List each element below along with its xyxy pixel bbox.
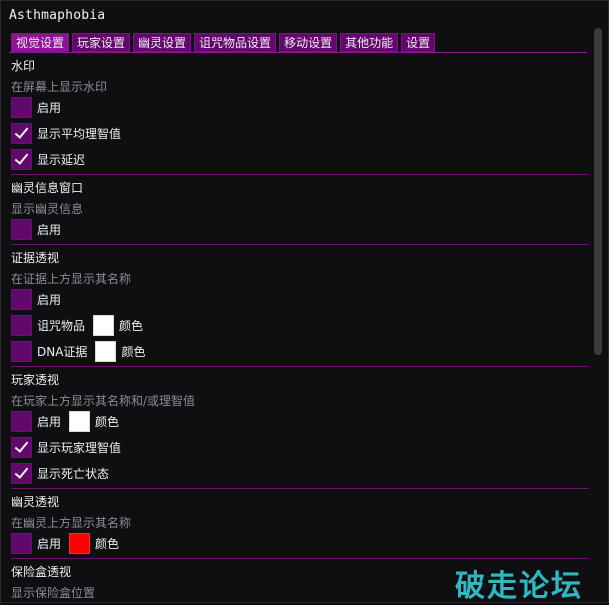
watermark-enable-row: 启用 [11, 97, 61, 118]
tab-visual[interactable]: 视觉设置 [11, 33, 70, 52]
divider [11, 244, 589, 245]
ghost-enable-row: 启用 颜色 [11, 533, 119, 554]
ghost-color-swatch[interactable] [69, 533, 91, 554]
section-desc-safe-esp: 显示保险盒位置 [11, 586, 96, 600]
main-window: Asthmaphobia 视觉设置 玩家设置 幽灵设置 诅咒物品设置 移动设置 … [0, 0, 609, 604]
section-title-ghost-info: 幽灵信息窗口 [11, 181, 84, 195]
avg-sanity-label: 显示平均理智值 [37, 127, 122, 141]
tab-misc[interactable]: 其他功能 [340, 33, 399, 52]
dna-evidence-label: DNA证据 [37, 345, 88, 359]
player-sanity-row: 显示玩家理智值 [11, 437, 121, 458]
dead-status-label: 显示死亡状态 [37, 467, 110, 481]
section-title-watermark: 水印 [11, 59, 36, 73]
player-sanity-label: 显示玩家理智值 [37, 441, 122, 455]
evidence-enable-row: 启用 [11, 289, 61, 310]
tab-bar: 视觉设置 玩家设置 幽灵设置 诅咒物品设置 移动设置 其他功能 设置 [11, 33, 436, 52]
tab-settings[interactable]: 设置 [401, 33, 436, 52]
ghost-enable-checkbox[interactable] [11, 533, 32, 554]
watermark-enable-checkbox[interactable] [11, 97, 32, 118]
dna-evidence-checkbox[interactable] [11, 341, 32, 362]
ghost-enable-label: 启用 [37, 537, 62, 551]
watermark-enable-label: 启用 [37, 101, 62, 115]
section-desc-evidence: 在证据上方显示其名称 [11, 272, 132, 286]
window-title: Asthmaphobia [9, 8, 106, 23]
tab-underline [9, 52, 587, 53]
player-color-swatch[interactable] [69, 411, 91, 432]
avg-sanity-row: 显示平均理智值 [11, 123, 121, 144]
vertical-scrollbar[interactable] [594, 28, 602, 355]
forum-watermark: 破走论坛 [455, 569, 583, 604]
player-sanity-checkbox[interactable] [11, 437, 32, 458]
ghost-info-enable-label: 启用 [37, 223, 62, 237]
cursed-items-row: 诅咒物品 颜色 [11, 315, 143, 336]
section-title-player-esp: 玩家透视 [11, 373, 60, 387]
latency-checkbox[interactable] [11, 149, 32, 170]
tab-movement[interactable]: 移动设置 [279, 33, 338, 52]
ghost-info-enable-row: 启用 [11, 219, 61, 240]
cursed-items-color-label: 颜色 [119, 319, 144, 333]
player-enable-row: 启用 颜色 [11, 411, 119, 432]
section-title-ghost-esp: 幽灵透视 [11, 495, 60, 509]
tab-cursed-items[interactable]: 诅咒物品设置 [194, 33, 277, 52]
section-desc-player-esp: 在玩家上方显示其名称和/或理智值 [11, 394, 196, 408]
latency-label: 显示延迟 [37, 153, 86, 167]
avg-sanity-checkbox[interactable] [11, 123, 32, 144]
dead-status-row: 显示死亡状态 [11, 463, 109, 484]
tab-player[interactable]: 玩家设置 [72, 33, 131, 52]
section-desc-watermark: 在屏幕上显示水印 [11, 80, 108, 94]
ghost-info-enable-checkbox[interactable] [11, 219, 32, 240]
player-color-label: 颜色 [95, 415, 120, 429]
cursed-items-checkbox[interactable] [11, 315, 32, 336]
divider [11, 174, 589, 175]
dead-status-checkbox[interactable] [11, 463, 32, 484]
cursed-items-label: 诅咒物品 [37, 319, 86, 333]
cursed-items-color-swatch[interactable] [93, 315, 115, 336]
dna-evidence-row: DNA证据 颜色 [11, 341, 145, 362]
player-enable-label: 启用 [37, 415, 62, 429]
player-enable-checkbox[interactable] [11, 411, 32, 432]
section-desc-ghost-esp: 在幽灵上方显示其名称 [11, 516, 132, 530]
section-title-safe-esp: 保险盒透视 [11, 565, 72, 579]
section-desc-ghost-info: 显示幽灵信息 [11, 202, 84, 216]
section-title-evidence: 证据透视 [11, 251, 60, 265]
divider [11, 558, 589, 559]
dna-evidence-color-swatch[interactable] [95, 341, 117, 362]
divider [11, 366, 589, 367]
tab-ghost[interactable]: 幽灵设置 [133, 33, 192, 52]
latency-row: 显示延迟 [11, 149, 85, 170]
dna-evidence-color-label: 颜色 [121, 345, 146, 359]
ghost-color-label: 颜色 [95, 537, 120, 551]
evidence-enable-checkbox[interactable] [11, 289, 32, 310]
evidence-enable-label: 启用 [37, 293, 62, 307]
divider [11, 488, 589, 489]
